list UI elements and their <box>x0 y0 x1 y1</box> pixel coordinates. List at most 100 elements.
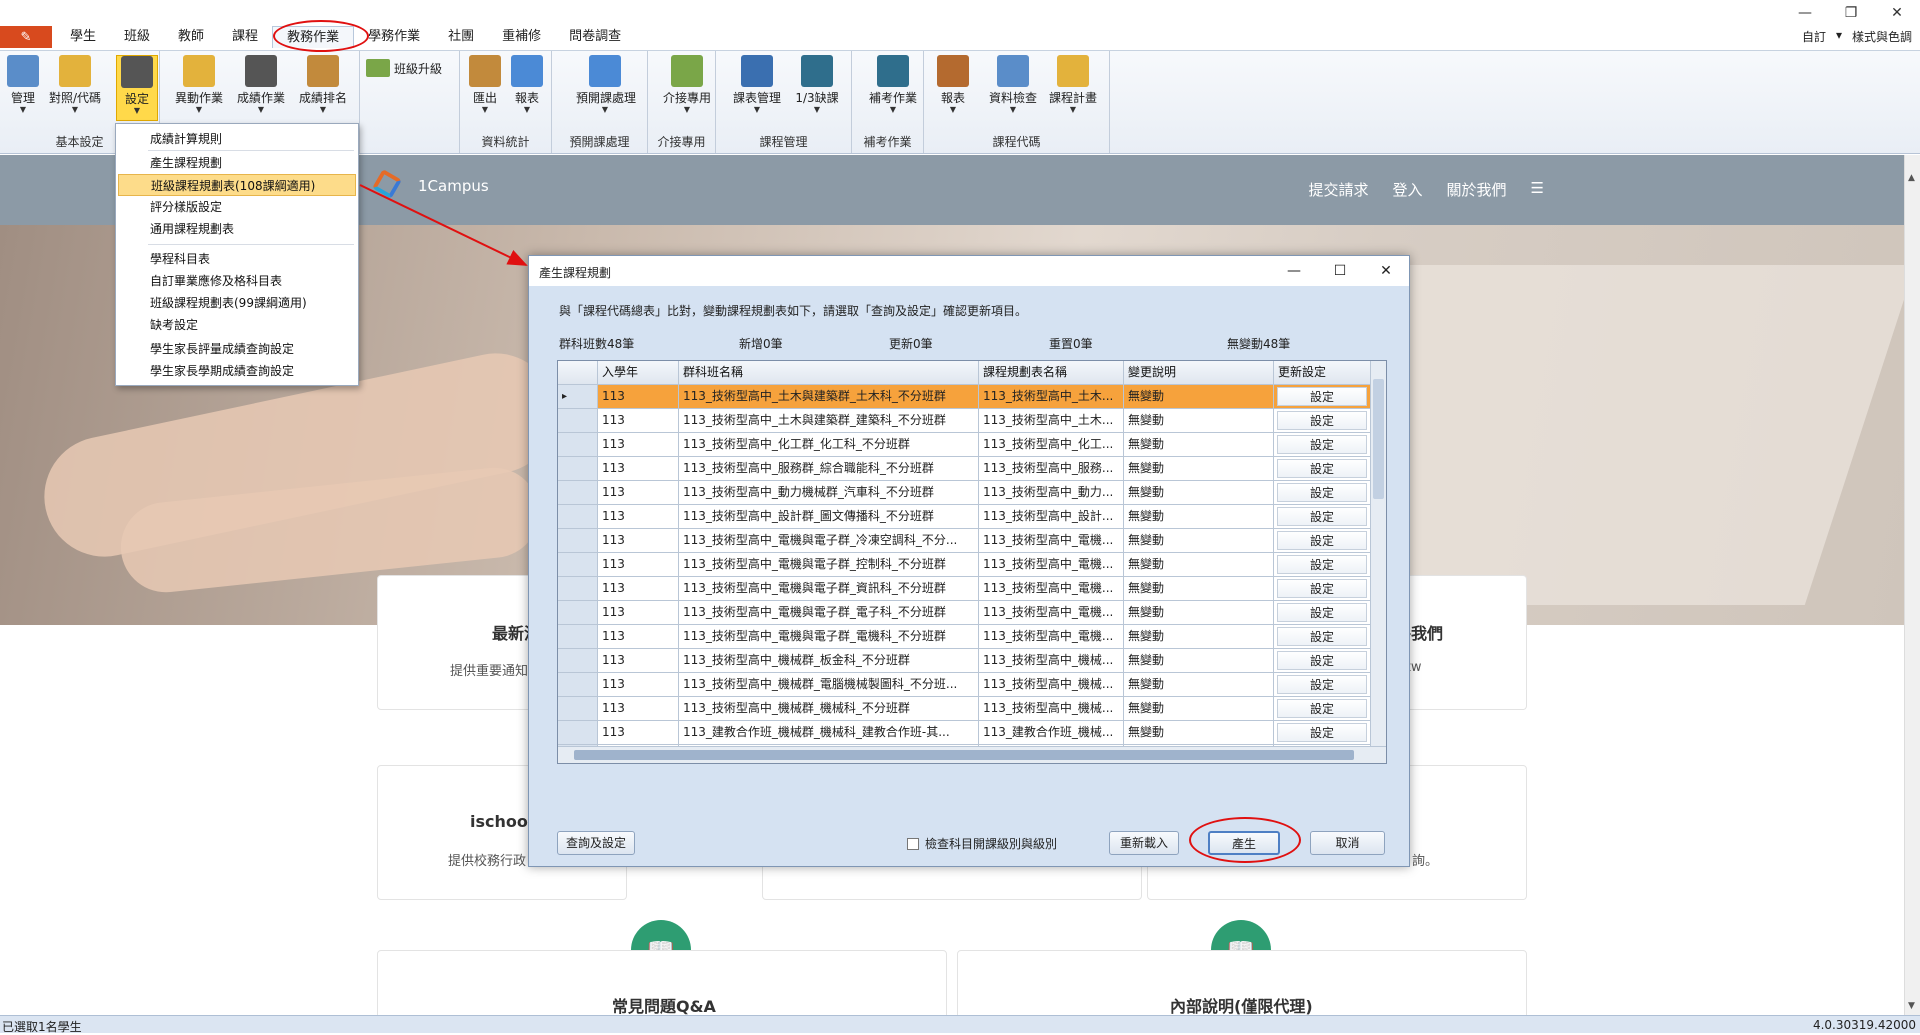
select-all-corner[interactable] <box>558 361 598 384</box>
menu-tab-5[interactable]: 學務作業 <box>354 26 434 48</box>
reload-button[interactable]: 重新載入 <box>1109 831 1179 855</box>
column-header[interactable]: 更新設定 <box>1274 361 1371 384</box>
grid-horizontal-scrollbar[interactable] <box>558 746 1386 763</box>
set-button[interactable]: 設定 <box>1277 651 1367 670</box>
table-row[interactable]: 113 113_建教合作班_機械群_機械科_建教合作班-其... 113_建教合作班… <box>558 721 1371 745</box>
set-button[interactable]: 設定 <box>1277 723 1367 742</box>
set-button[interactable]: 設定 <box>1277 411 1367 430</box>
grid-vertical-scrollbar[interactable] <box>1370 361 1386 747</box>
ribbon-button-0-2[interactable]: 設定 ▼ <box>116 55 158 121</box>
ribbon-button-1-0[interactable]: 異動作業 ▼ <box>170 55 228 121</box>
ribbon-button-3-0[interactable]: 匯出 ▼ <box>464 55 506 121</box>
theme-menu[interactable]: 樣式與色調 <box>1852 28 1912 45</box>
table-row[interactable]: 113 113_技術型高中_動力機械群_汽車科_不分班群 113_技術型高中_動力.… <box>558 481 1371 505</box>
table-row[interactable]: 113 113_技術型高中_機械群_板金科_不分班群 113_技術型高中_機械...… <box>558 649 1371 673</box>
menu-tab-6[interactable]: 社團 <box>434 26 488 48</box>
menu-tab-1[interactable]: 班級 <box>110 26 164 48</box>
row-header[interactable] <box>558 577 598 600</box>
cancel-button[interactable]: 取消 <box>1310 831 1385 855</box>
ribbon-button-0-1[interactable]: 對照/代碼 ▼ <box>46 55 104 121</box>
ribbon-button-1-2[interactable]: 成績排名 ▼ <box>294 55 352 121</box>
ribbon-button-0-0[interactable]: 管理 ▼ <box>2 55 44 121</box>
table-row[interactable]: 113 113_技術型高中_機械群_電腦機械製圖科_不分班... 113_技術型高中… <box>558 673 1371 697</box>
table-row[interactable]: 113 113_技術型高中_電機與電子群_控制科_不分班群 113_技術型高中_電機… <box>558 553 1371 577</box>
ribbon-button-8-2[interactable]: 課程計畫 ▼ <box>1044 55 1102 121</box>
grid-horizontal-thumb[interactable] <box>574 750 1354 760</box>
set-button[interactable]: 設定 <box>1277 459 1367 478</box>
set-button[interactable]: 設定 <box>1277 555 1367 574</box>
set-button[interactable]: 設定 <box>1277 579 1367 598</box>
app-orb-button[interactable]: ✎ <box>0 26 52 48</box>
scroll-down-icon[interactable]: ▼ <box>1908 1001 1915 1011</box>
column-header[interactable]: 變更說明 <box>1124 361 1274 384</box>
row-header[interactable] <box>558 673 598 696</box>
dialog-maximize-button[interactable]: ☐ <box>1317 256 1363 286</box>
ribbon-button-6-1[interactable]: 1/3缺課 ▼ <box>788 55 846 121</box>
customize-menu[interactable]: 自訂 <box>1802 28 1826 45</box>
close-button[interactable]: ✕ <box>1874 0 1920 26</box>
row-header[interactable] <box>558 409 598 432</box>
nav-about[interactable]: 關於我們 <box>1447 179 1507 200</box>
menu-tab-7[interactable]: 重補修 <box>488 26 555 48</box>
generate-button[interactable]: 產生 <box>1208 831 1280 855</box>
set-button[interactable]: 設定 <box>1277 675 1367 694</box>
dropdown-item-6[interactable]: 自訂畢業應修及格科目表 <box>118 270 356 292</box>
ribbon-button-5-0[interactable]: 介接專用 ▼ <box>658 55 716 121</box>
ribbon-button-6-0[interactable]: 課表管理 ▼ <box>728 55 786 121</box>
row-header[interactable] <box>558 553 598 576</box>
grid-vertical-thumb[interactable] <box>1373 379 1384 499</box>
internal-card[interactable]: 內部說明(僅限代理) <box>957 950 1527 1015</box>
table-row[interactable]: 113 113_技術型高中_電機與電子群_冷凍空調科_不分... 113_技術型高中… <box>558 529 1371 553</box>
ribbon-button-8-0[interactable]: 報表 ▼ <box>932 55 974 121</box>
ribbon-button-3-1[interactable]: 報表 ▼ <box>506 55 548 121</box>
set-button[interactable]: 設定 <box>1277 627 1367 646</box>
column-header[interactable]: 入學年 <box>598 361 679 384</box>
query-settings-button[interactable]: 查詢及設定 <box>557 831 635 855</box>
row-header[interactable] <box>558 457 598 480</box>
menu-tab-3[interactable]: 課程 <box>218 26 272 48</box>
dropdown-item-1[interactable]: 產生課程規劃 <box>118 152 356 174</box>
table-row[interactable]: 113 113_技術型高中_電機與電子群_資訊科_不分班群 113_技術型高中_電機… <box>558 577 1371 601</box>
ribbon-button-8-1[interactable]: 資料檢查 ▼ <box>984 55 1042 121</box>
menu-tab-4[interactable]: 教務作業 <box>272 26 355 48</box>
row-header[interactable] <box>558 433 598 456</box>
page-scrollbar[interactable]: ▲ ▼ <box>1904 155 1920 1015</box>
row-header[interactable] <box>558 481 598 504</box>
faq-card[interactable]: 常見問題Q&A <box>377 950 947 1015</box>
table-row[interactable]: 113 113_技術型高中_電機與電子群_電子科_不分班群 113_技術型高中_電機… <box>558 601 1371 625</box>
menu-tab-2[interactable]: 教師 <box>164 26 218 48</box>
hamburger-icon[interactable]: ☰ <box>1531 179 1544 200</box>
dropdown-item-2[interactable]: 班級課程規劃表(108課綱適用) <box>118 174 356 196</box>
dropdown-item-7[interactable]: 班級課程規劃表(99課綱適用) <box>118 292 356 314</box>
ribbon-button-4-0[interactable]: 預開課處理 ▼ <box>576 55 636 121</box>
set-button[interactable]: 設定 <box>1277 699 1367 718</box>
set-button[interactable]: 設定 <box>1277 531 1367 550</box>
check-level-checkbox[interactable] <box>907 837 919 850</box>
ribbon-button-7-0[interactable]: 補考作業 ▼ <box>864 55 922 121</box>
set-button[interactable]: 設定 <box>1277 603 1367 622</box>
dropdown-item-10[interactable]: 學生家長學期成績查詢設定 <box>118 360 356 382</box>
table-row[interactable]: 113 113_技術型高中_機械群_機械科_不分班群 113_技術型高中_機械...… <box>558 697 1371 721</box>
menu-tab-8[interactable]: 問卷調查 <box>555 26 635 48</box>
nav-submit-request[interactable]: 提交請求 <box>1309 179 1369 200</box>
dropdown-item-8[interactable]: 缺考設定 <box>118 314 356 336</box>
row-header[interactable] <box>558 601 598 624</box>
row-header[interactable] <box>558 625 598 648</box>
row-header[interactable]: ▸ <box>558 385 598 408</box>
customize-dropdown-icon[interactable]: ▾ <box>1836 28 1842 45</box>
nav-login[interactable]: 登入 <box>1393 179 1423 200</box>
table-row[interactable]: 113 113_技術型高中_設計群_圖文傳播科_不分班群 113_技術型高中_設計.… <box>558 505 1371 529</box>
row-header[interactable] <box>558 505 598 528</box>
check-level-option[interactable]: 檢查科目開課級別與級別 <box>907 835 1057 852</box>
restore-button[interactable]: ❐ <box>1828 0 1874 26</box>
dropdown-item-9[interactable]: 學生家長評量成績查詢設定 <box>118 338 356 360</box>
row-header[interactable] <box>558 697 598 720</box>
set-button[interactable]: 設定 <box>1277 387 1367 406</box>
dropdown-item-0[interactable]: 成績計算規則 <box>118 128 356 150</box>
dropdown-item-3[interactable]: 評分樣版設定 <box>118 196 356 218</box>
table-row[interactable]: 113 113_技術型高中_服務群_綜合職能科_不分班群 113_技術型高中_服務.… <box>558 457 1371 481</box>
dropdown-item-5[interactable]: 學程科目表 <box>118 248 356 270</box>
table-row[interactable]: 113 113_技術型高中_土木與建築群_建築科_不分班群 113_技術型高中_土木… <box>558 409 1371 433</box>
row-header[interactable] <box>558 721 598 744</box>
table-row[interactable]: ▸ 113 113_技術型高中_土木與建築群_土木科_不分班群 113_技術型高中_土… <box>558 385 1371 409</box>
